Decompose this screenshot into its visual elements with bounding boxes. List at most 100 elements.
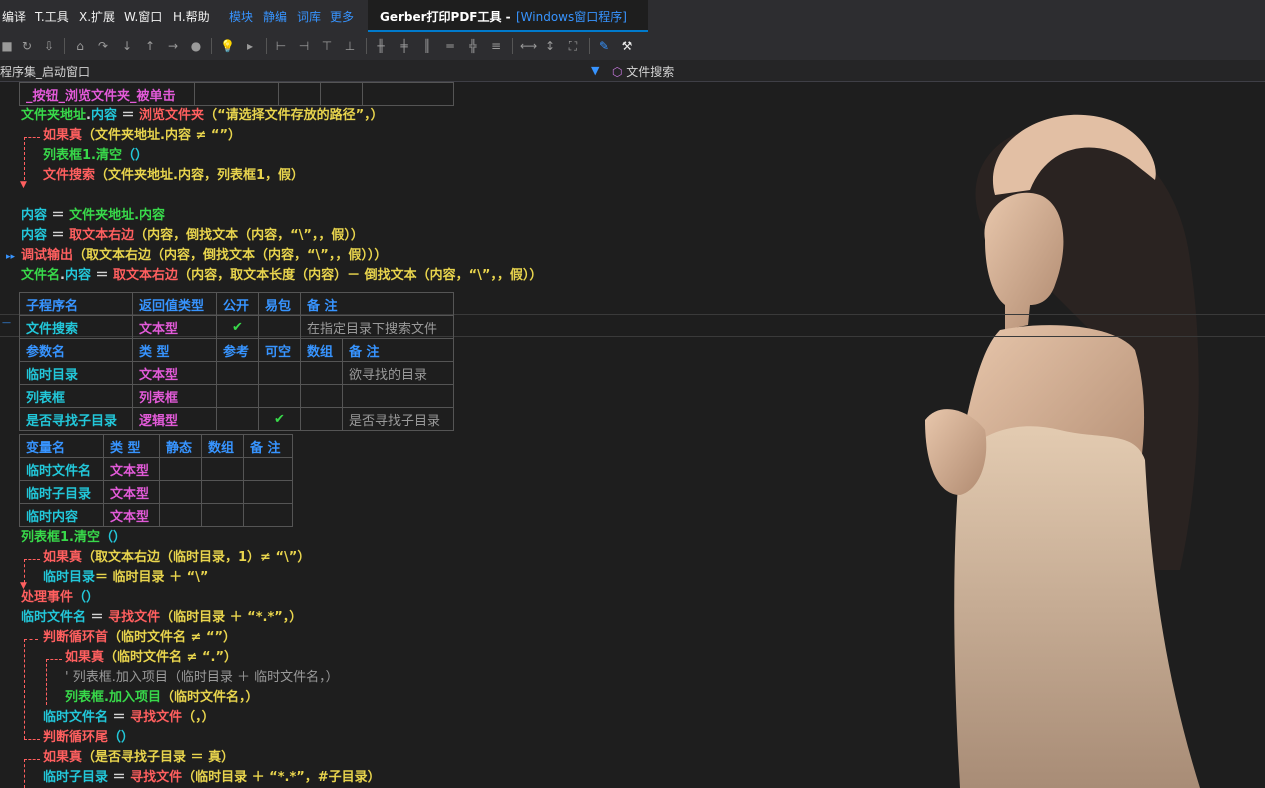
stop-icon[interactable]: ■	[0, 39, 14, 53]
comment-line[interactable]: ' 列表框.加入项目（临时目录 ＋ 临时文件名，）	[65, 668, 339, 688]
space-h-icon[interactable]: ╬	[466, 39, 480, 53]
param-remark[interactable]	[342, 384, 454, 408]
var-type[interactable]: 文本型	[103, 503, 160, 527]
param-remark[interactable]: 是否寻找子目录	[342, 407, 454, 431]
param-type[interactable]: 列表框	[132, 384, 217, 408]
cursor-icon[interactable]: ▸	[243, 39, 257, 53]
breakpoint-icon[interactable]: ●	[189, 39, 203, 53]
code-line[interactable]: 内容 ＝ 文件夹地址.内容	[21, 206, 165, 226]
brush-icon[interactable]: ✎	[597, 39, 611, 53]
param-name[interactable]: 是否寻找子目录	[19, 407, 133, 431]
menu-help[interactable]: H.帮助	[173, 8, 210, 25]
param-name[interactable]: 临时目录	[19, 361, 133, 385]
distribute-v-icon[interactable]: ═	[443, 39, 457, 53]
refresh-icon[interactable]: ↻	[20, 39, 34, 53]
code-line[interactable]: 列表框1.清空（）	[43, 146, 148, 166]
code-line[interactable]: 如果真（文件夹地址.内容 ≠ “”）	[43, 126, 241, 146]
param-array[interactable]	[300, 384, 343, 408]
align-right-icon[interactable]: ⊣	[297, 39, 311, 53]
remark[interactable]: 在指定目录下搜索文件	[300, 315, 454, 339]
code-line[interactable]: 判断循环首（临时文件名 ≠ “”）	[43, 628, 236, 648]
code-line[interactable]: 如果真（临时文件名 ≠ “.”）	[65, 648, 237, 668]
table-row[interactable]: 临时文件名 文本型	[19, 457, 293, 481]
easy-pack-cell[interactable]	[258, 315, 301, 339]
same-width-icon[interactable]: ⟷	[520, 39, 537, 53]
public-check[interactable]: ✔	[216, 315, 259, 339]
align-bottom-icon[interactable]: ⊥	[343, 39, 357, 53]
distribute-h-icon[interactable]: ║	[420, 39, 434, 53]
class-selector[interactable]: 程序集_启动窗口	[0, 63, 90, 80]
step-out-icon[interactable]: ↑	[143, 39, 157, 53]
menu-tools[interactable]: T.工具	[35, 8, 69, 25]
same-height-icon[interactable]: ↕	[543, 39, 557, 53]
breakpoint-marker-icon[interactable]: ▸▸	[6, 252, 15, 262]
chevron-down-icon[interactable]: ▼	[591, 64, 599, 77]
param-ref[interactable]	[216, 384, 259, 408]
menu-window[interactable]: W.窗口	[124, 8, 162, 25]
code-line[interactable]: 列表框.加入项目（临时文件名，）	[65, 688, 258, 708]
code-line[interactable]: 处理事件（）	[21, 588, 99, 608]
align-top-icon[interactable]: ⊤	[320, 39, 334, 53]
param-array[interactable]	[300, 407, 343, 431]
code-line[interactable]: 列表框1.清空（）	[21, 528, 126, 548]
menu-extend[interactable]: X.扩展	[79, 8, 115, 25]
link-static[interactable]: 静编	[263, 8, 287, 25]
code-line[interactable]: 临时文件名 ＝ 寻找文件（临时目录 ＋ “*.*”，）	[21, 608, 302, 628]
table-row[interactable]: 临时目录 文本型 欲寻找的目录	[19, 361, 454, 385]
event-name[interactable]: _按钮_浏览文件夹_被单击	[19, 82, 195, 106]
step-into-icon[interactable]: ↓	[120, 39, 134, 53]
step-icon[interactable]: ⌂	[73, 39, 87, 53]
step-over-icon[interactable]: ↷	[96, 39, 110, 53]
code-line[interactable]: 临时子目录 ＝ 寻找文件（临时目录 ＋ “*.*”，#子目录）	[43, 768, 381, 788]
code-token: 浏览文件夹	[139, 108, 205, 123]
code-editor[interactable]: _按钮_浏览文件夹_被单击 文件夹地址.内容 ＝ 浏览文件夹（“请选择文件存放的…	[0, 82, 1265, 788]
param-type[interactable]: 逻辑型	[132, 407, 217, 431]
table-row[interactable]: 列表框 列表框	[19, 384, 454, 408]
param-type[interactable]: 文本型	[132, 361, 217, 385]
code-line[interactable]: 文件搜索（文件夹地址.内容，列表框1，假）	[43, 166, 304, 186]
param-nullable[interactable]	[258, 361, 301, 385]
align-left-icon[interactable]: ⊢	[274, 39, 288, 53]
code-line[interactable]: 文件夹地址.内容 ＝ 浏览文件夹（“请选择文件存放的路径”，）	[21, 106, 384, 126]
param-nullable[interactable]	[258, 384, 301, 408]
param-name[interactable]: 列表框	[19, 384, 133, 408]
param-nullable[interactable]: ✔	[258, 407, 301, 431]
code-line[interactable]: 临时目录＝ 临时目录 ＋ “\”	[43, 568, 208, 588]
code-line[interactable]: 调试输出（取文本右边（内容，倒找文本（内容，“\”，，假）））	[21, 246, 387, 266]
menu-compile[interactable]: 编译	[2, 8, 26, 25]
var-type[interactable]: 文本型	[103, 480, 160, 504]
link-module[interactable]: 模块	[229, 8, 253, 25]
col-header: 类 型	[103, 434, 160, 458]
lightbulb-icon[interactable]: 💡	[220, 39, 235, 53]
return-type[interactable]: 文本型	[132, 315, 217, 339]
table-row[interactable]: 是否寻找子目录 逻辑型 ✔ 是否寻找子目录	[19, 407, 454, 431]
code-line[interactable]: 如果真（取文本右边（临时目录，1）≠ “\”）	[43, 548, 310, 568]
center-h-icon[interactable]: ╫	[374, 39, 388, 53]
param-array[interactable]	[300, 361, 343, 385]
param-ref[interactable]	[216, 361, 259, 385]
code-line[interactable]: 如果真（是否寻找子目录 ＝ 真）	[43, 748, 234, 768]
subroutine-name[interactable]: 文件搜索	[19, 315, 133, 339]
var-name[interactable]: 临时内容	[19, 503, 104, 527]
table-row[interactable]: 临时子目录 文本型	[19, 480, 293, 504]
link-more[interactable]: 更多	[330, 8, 354, 25]
var-name[interactable]: 临时子目录	[19, 480, 104, 504]
param-ref[interactable]	[216, 407, 259, 431]
var-name[interactable]: 临时文件名	[19, 457, 104, 481]
space-v-icon[interactable]: ≡	[489, 39, 503, 53]
table-row[interactable]: 临时内容 文本型	[19, 503, 293, 527]
code-line[interactable]: 文件名.内容 ＝ 取文本右边（内容，取文本长度（内容）－ 倒找文本（内容，“\”…	[21, 266, 542, 286]
same-size-icon[interactable]: ⛶	[566, 39, 580, 53]
code-line[interactable]: 判断循环尾（）	[43, 728, 134, 748]
method-selector[interactable]: ⬡ 文件搜索	[612, 63, 674, 80]
center-v-icon[interactable]: ╪	[397, 39, 411, 53]
link-dict[interactable]: 词库	[297, 8, 321, 25]
param-remark[interactable]: 欲寻找的目录	[342, 361, 454, 385]
wrench-icon[interactable]: ⚒	[620, 39, 634, 53]
var-type[interactable]: 文本型	[103, 457, 160, 481]
run-to-icon[interactable]: →	[166, 39, 180, 53]
code-line[interactable]: 临时文件名 ＝ 寻找文件（，）	[43, 708, 215, 728]
code-line[interactable]: 内容 ＝ 取文本右边（内容，倒找文本（内容，“\”，，假））	[21, 226, 364, 246]
document-tab[interactable]: Gerber打印PDF工具 - [Windows窗口程序]	[368, 0, 648, 32]
build-icon[interactable]: ⇩	[42, 39, 56, 53]
